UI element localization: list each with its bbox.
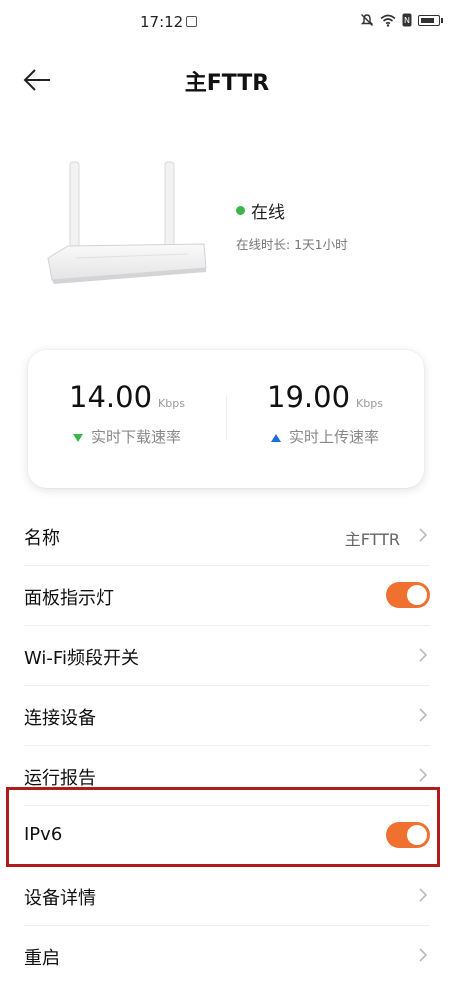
- chevron-right-icon: [419, 768, 428, 782]
- online-duration: 在线时长: 1天1小时: [236, 237, 348, 252]
- header: 主FTTR: [0, 55, 454, 105]
- upload-speed: 19.00 Kbps 实时上传速率: [226, 380, 424, 447]
- panel-light-row: 面板指示灯: [24, 566, 430, 626]
- upload-speed-unit: Kbps: [356, 397, 383, 410]
- status-icons: N: [360, 13, 443, 27]
- page-title: 主FTTR: [184, 71, 270, 96]
- online-status-text: 在线: [251, 203, 285, 223]
- settings-list: 名称 主FTTR 面板指示灯 Wi-Fi频段开关 连接设备 运行报告 IPv6 …: [0, 506, 454, 985]
- download-speed: 14.00 Kbps 实时下载速率: [28, 380, 226, 447]
- download-triangle-icon: [72, 433, 83, 442]
- wifi-icon: [380, 14, 396, 27]
- battery-icon: [418, 14, 443, 26]
- download-speed-label: 实时下载速率: [90, 428, 181, 446]
- speed-card: 14.00 Kbps 实时下载速率 19.00 Kbps 实时上传速率: [28, 350, 424, 488]
- upload-triangle-icon: [270, 433, 281, 442]
- device-details-label: 设备详情: [24, 888, 96, 909]
- name-row[interactable]: 名称 主FTTR: [24, 506, 430, 566]
- device-details-row[interactable]: 设备详情: [24, 866, 430, 926]
- status-time: 17:12: [140, 13, 184, 31]
- run-report-label: 运行报告: [24, 768, 96, 789]
- status-bar: 17:12 N: [0, 0, 454, 46]
- chevron-right-icon: [419, 528, 428, 542]
- wifi-band-label: Wi-Fi频段开关: [24, 648, 139, 669]
- ipv6-row: IPv6: [24, 806, 430, 866]
- name-value: 主FTTR: [344, 530, 400, 549]
- toggle-knob: [407, 585, 427, 605]
- chevron-right-icon: [419, 648, 428, 662]
- panel-light-label: 面板指示灯: [24, 588, 114, 609]
- wifi-band-row[interactable]: Wi-Fi频段开关: [24, 626, 430, 686]
- connected-devices-label: 连接设备: [24, 708, 96, 729]
- nfc-icon: N: [402, 13, 412, 27]
- status-dot: [236, 206, 245, 215]
- online-status: 在线: [236, 198, 285, 223]
- chevron-right-icon: [419, 708, 428, 722]
- download-speed-unit: Kbps: [158, 397, 185, 410]
- svg-text:N: N: [404, 16, 410, 25]
- upload-speed-label: 实时上传速率: [288, 428, 379, 446]
- connected-devices-row[interactable]: 连接设备: [24, 686, 430, 746]
- toggle-knob: [407, 825, 427, 845]
- panel-light-toggle[interactable]: [386, 582, 430, 608]
- chevron-right-icon: [419, 888, 428, 902]
- mute-icon: [360, 14, 374, 26]
- sim-icon: [186, 16, 197, 27]
- upload-speed-value: 19.00: [267, 380, 351, 414]
- ipv6-toggle[interactable]: [386, 822, 430, 848]
- chevron-right-icon: [419, 948, 428, 962]
- run-report-row[interactable]: 运行报告: [24, 746, 430, 806]
- ipv6-label: IPv6: [24, 824, 63, 845]
- download-speed-value: 14.00: [69, 380, 153, 414]
- name-label: 名称: [24, 528, 60, 549]
- restart-row[interactable]: 重启: [24, 926, 430, 985]
- restart-label: 重启: [24, 948, 60, 969]
- router-image: [47, 161, 207, 284]
